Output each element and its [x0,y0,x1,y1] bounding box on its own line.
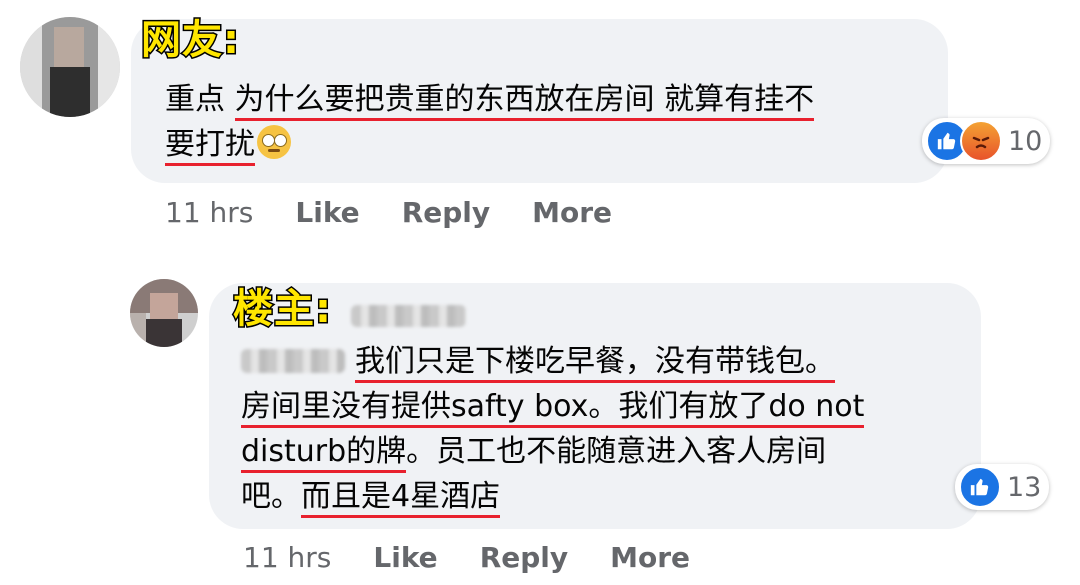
comment-bubble: 楼主: 我们只是下楼吃早餐，没有带钱包。 房间里没有提供safty box。我们… [209,283,981,529]
reply-button[interactable]: Reply [402,196,490,229]
commenter-avatar[interactable] [130,279,198,347]
comment-bubble: 网友: 重点 为什么要把贵重的东西放在房间 就算有挂不 要打扰 [131,16,948,183]
comment-line: disturb的牌。员工也不能随意进入客人房间 [241,429,826,474]
comment-meta: 11 hrs Like Reply More [165,196,612,229]
comment-line: 要打扰 [165,122,291,167]
comment-line: 重点 为什么要把贵重的东西放在房间 就算有挂不 [165,77,815,122]
highlighted-text: 为什么要把贵重的东西放在房间 就算有挂不 [234,82,815,121]
reactions-summary[interactable]: 10 [922,118,1051,164]
highlighted-text: 房间里没有提供safty box。我们有放了do not [241,389,865,428]
highlighted-text: 我们只是下楼吃早餐，没有带钱包。 [355,344,835,383]
blurred-username [351,305,466,327]
reaction-count: 10 [1008,125,1043,157]
like-button[interactable]: Like [295,196,359,229]
comment-text: 。员工也不能随意进入客人房间 [406,434,827,469]
comment-line: 我们只是下楼吃早餐，没有带钱包。 [355,339,835,384]
more-button[interactable]: More [610,541,690,574]
comment-text: 重点 [165,82,235,117]
commenter-avatar[interactable] [20,17,120,117]
reactions-summary[interactable]: 13 [955,464,1050,510]
highlighted-text: disturb的牌 [241,434,407,473]
highlighted-text: 要打扰 [165,127,255,166]
like-icon [959,466,1001,508]
angry-icon [960,120,1002,162]
timestamp[interactable]: 11 hrs [243,541,331,574]
timestamp[interactable]: 11 hrs [165,196,253,229]
comment-text: 吧。 [241,479,301,514]
reply-button[interactable]: Reply [480,541,568,574]
like-button[interactable]: Like [373,541,437,574]
blurred-mention [241,349,345,373]
more-button[interactable]: More [532,196,612,229]
comment-line: 房间里没有提供safty box。我们有放了do not [241,384,865,429]
comment-line: 吧。而且是4星酒店 [241,474,501,519]
reaction-count: 13 [1007,471,1042,503]
highlighted-text: 而且是4星酒店 [301,479,501,518]
commenter-tag: 网友: [140,16,241,65]
comment-meta: 11 hrs Like Reply More [243,541,690,574]
commenter-tag: 楼主: [232,285,333,334]
rolling-eyes-icon [257,125,291,159]
